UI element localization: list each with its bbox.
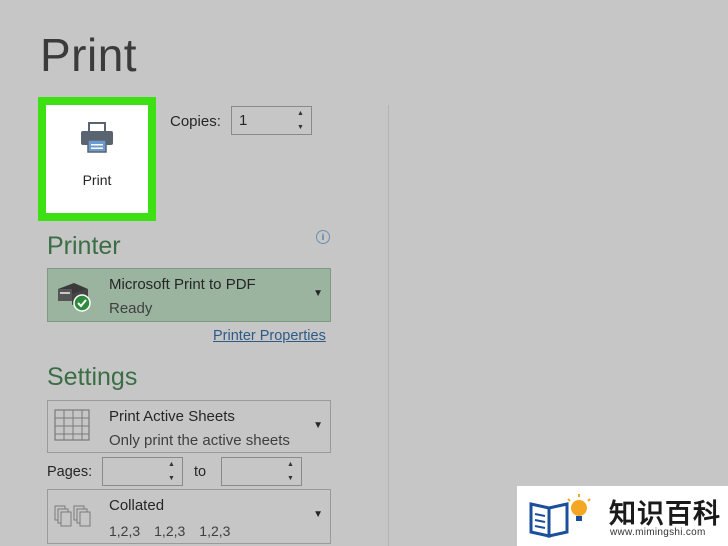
printer-status: Ready bbox=[109, 300, 153, 317]
print-scope-dropdown[interactable]: Print Active Sheets Only print the activ… bbox=[47, 400, 331, 453]
pages-to-label: to bbox=[194, 464, 207, 480]
settings-heading: Settings bbox=[47, 363, 138, 391]
pages-from-stepper[interactable]: ▲ ▼ bbox=[102, 457, 183, 486]
pages-from-arrows[interactable]: ▲ ▼ bbox=[166, 458, 178, 485]
stepper-up-icon[interactable]: ▲ bbox=[168, 461, 175, 468]
pages-to-arrows[interactable]: ▲ ▼ bbox=[285, 458, 297, 485]
print-button[interactable]: Print bbox=[46, 105, 148, 213]
preview-divider bbox=[388, 105, 389, 546]
print-button-label: Print bbox=[82, 172, 112, 188]
printer-dropdown[interactable]: Microsoft Print to PDF Ready ▼ bbox=[47, 268, 331, 322]
collation-sequence: 1,2,3 1,2,3 1,2,3 bbox=[109, 523, 244, 539]
watermark: 知识百科 www.mimingshi.com bbox=[517, 486, 728, 546]
copies-stepper[interactable]: 1 ▲ ▼ bbox=[231, 106, 312, 135]
printer-ready-icon bbox=[54, 279, 96, 318]
printer-name: Microsoft Print to PDF bbox=[109, 276, 256, 293]
book-lightbulb-icon bbox=[527, 492, 599, 545]
page-title: Print bbox=[40, 29, 138, 81]
collation-sequence-item: 1,2,3 bbox=[154, 523, 186, 539]
sheet-grid-icon bbox=[54, 409, 90, 448]
collated-pages-icon bbox=[54, 502, 94, 537]
stepper-up-icon[interactable]: ▲ bbox=[297, 110, 304, 117]
copies-label: Copies: bbox=[170, 113, 221, 130]
pages-to-stepper[interactable]: ▲ ▼ bbox=[221, 457, 302, 486]
chevron-down-icon: ▼ bbox=[313, 420, 323, 431]
collation-sequence-item: 1,2,3 bbox=[199, 523, 231, 539]
stepper-down-icon[interactable]: ▼ bbox=[168, 475, 175, 482]
print-scope-title: Print Active Sheets bbox=[109, 408, 235, 425]
info-icon[interactable]: i bbox=[316, 230, 330, 244]
stepper-down-icon[interactable]: ▼ bbox=[287, 475, 294, 482]
print-scope-subtitle: Only print the active sheets bbox=[109, 432, 290, 449]
pages-label: Pages: bbox=[47, 464, 93, 480]
printer-icon bbox=[79, 121, 115, 160]
collation-title: Collated bbox=[109, 497, 165, 514]
watermark-url: www.mimingshi.com bbox=[610, 527, 706, 538]
stepper-down-icon[interactable]: ▼ bbox=[297, 124, 304, 131]
collation-dropdown[interactable]: Collated 1,2,3 1,2,3 1,2,3 ▼ bbox=[47, 489, 331, 544]
chevron-down-icon: ▼ bbox=[313, 509, 323, 520]
printer-heading: Printer bbox=[47, 232, 121, 260]
copies-value: 1 bbox=[239, 112, 248, 129]
printer-properties-link[interactable]: Printer Properties bbox=[213, 328, 326, 344]
stepper-up-icon[interactable]: ▲ bbox=[287, 461, 294, 468]
watermark-text: 知识百科 bbox=[609, 499, 721, 529]
collation-sequence-item: 1,2,3 bbox=[109, 523, 141, 539]
chevron-down-icon: ▼ bbox=[313, 288, 323, 299]
copies-stepper-arrows[interactable]: ▲ ▼ bbox=[295, 107, 307, 134]
